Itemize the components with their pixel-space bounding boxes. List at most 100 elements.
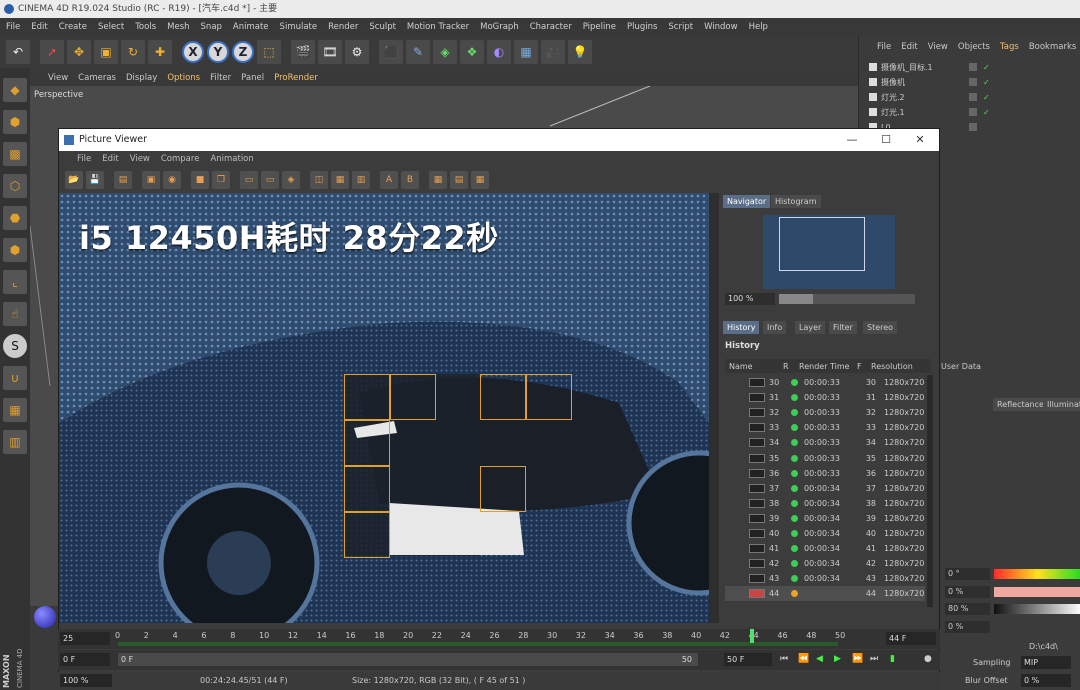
set-b-icon[interactable]: B [401, 171, 419, 189]
history-row[interactable]: 33 00:00:33 33 1280x720 [725, 420, 925, 435]
filter-icon[interactable]: ▦ [429, 171, 447, 189]
points-mode-icon[interactable]: ⬡ [3, 174, 27, 198]
menu-motion-tracker[interactable]: Motion Tracker [407, 22, 469, 32]
object-row[interactable]: 摄像机 ✓ [869, 75, 1069, 89]
saturation-gradient-bar[interactable] [994, 587, 1080, 597]
brightness-gradient-bar[interactable] [994, 604, 1080, 614]
menu-create[interactable]: Create [59, 22, 87, 32]
pv-menu-file[interactable]: File [77, 154, 91, 164]
blur-offset-field[interactable]: 0 % [1021, 674, 1071, 687]
snapshot-icon[interactable]: ▣ [142, 171, 160, 189]
zoom-field[interactable]: 100 % [725, 293, 775, 305]
history-row[interactable]: 36 00:00:33 36 1280x720 [725, 466, 925, 481]
menu-file[interactable]: File [6, 22, 20, 32]
viewport-menu-panel[interactable]: Panel [241, 73, 264, 83]
range-slider[interactable]: 0 F 50 [118, 653, 698, 666]
viewport-menu-options[interactable]: Options [167, 73, 200, 83]
col-name[interactable]: Name [725, 362, 783, 371]
light-icon[interactable]: 💡 [568, 40, 592, 64]
pv-menu-view[interactable]: View [130, 154, 150, 164]
close-button[interactable]: ✕ [903, 129, 937, 151]
history-row[interactable]: 35 00:00:33 35 1280x720 [725, 450, 925, 465]
floor-icon[interactable]: ▦ [514, 40, 538, 64]
history-row[interactable]: 30 00:00:33 30 1280x720 [725, 375, 925, 390]
goto-end-icon[interactable]: ⏭ [870, 654, 878, 664]
menu-plugins[interactable]: Plugins [627, 22, 657, 32]
render-region-icon[interactable]: ▤ [114, 171, 132, 189]
menu-window[interactable]: Window [704, 22, 738, 32]
material-preview-sphere[interactable] [34, 606, 56, 628]
grid-lock-icon[interactable]: ▥ [3, 430, 27, 454]
cube-icon[interactable]: ⬛ [379, 40, 403, 64]
object-row[interactable]: 摄像机_目标.1 ✓ [869, 60, 1069, 74]
object-row[interactable]: 灯光.1 ✓ [869, 105, 1069, 119]
y-axis-icon[interactable]: Y [207, 41, 229, 63]
col-resolution[interactable]: Resolution [871, 362, 913, 371]
history-row[interactable]: 42 00:00:34 42 1280x720 [725, 556, 925, 571]
channel-rgb-icon[interactable]: ◫ [310, 171, 328, 189]
objmgr-menu-view[interactable]: View [928, 42, 948, 56]
viewport-menu-view[interactable]: View [48, 73, 68, 83]
next-key-icon[interactable]: ⏩ [852, 654, 863, 664]
mix-value[interactable]: 0 % [945, 621, 990, 633]
texture-path[interactable]: D:\c4d\ [1029, 642, 1058, 651]
pen-icon[interactable]: ✎ [406, 40, 430, 64]
menu-snap[interactable]: Snap [201, 22, 222, 32]
col-render-time[interactable]: Render Time [799, 362, 857, 371]
coord-icon[interactable]: ⬚ [257, 40, 281, 64]
col-r[interactable]: R [783, 362, 799, 371]
objmgr-menu-bookmarks[interactable]: Bookmarks [1029, 42, 1077, 56]
menu-select[interactable]: Select [98, 22, 124, 32]
menu-mograph[interactable]: MoGraph [480, 22, 519, 32]
pv-menu-edit[interactable]: Edit [102, 154, 118, 164]
copy-icon[interactable]: ❐ [212, 171, 230, 189]
menu-script[interactable]: Script [668, 22, 693, 32]
pv-menu-animation[interactable]: Animation [210, 154, 253, 164]
layer-icon[interactable]: ▤ [450, 171, 468, 189]
start-frame-field[interactable]: 0 F [60, 653, 110, 666]
objmgr-menu-edit[interactable]: Edit [901, 42, 917, 56]
cloner-icon[interactable]: ❖ [460, 40, 484, 64]
channel-grid-icon[interactable]: ▥ [352, 171, 370, 189]
tab-history[interactable]: History [723, 321, 760, 334]
history-row[interactable]: 38 00:00:34 38 1280x720 [725, 496, 925, 511]
status-zoom-field[interactable]: 100 % [60, 674, 112, 687]
object-mode-icon[interactable]: ⬢ [3, 110, 27, 134]
render-settings-icon[interactable]: ⚙ [345, 40, 369, 64]
save-icon[interactable]: 💾 [86, 171, 104, 189]
edges-mode-icon[interactable]: ⬣ [3, 206, 27, 230]
menu-help[interactable]: Help [749, 22, 768, 32]
goto-start-icon[interactable]: ⏮ [780, 654, 788, 664]
end-frame-field[interactable]: 50 F [724, 653, 772, 666]
menu-simulate[interactable]: Simulate [280, 22, 318, 32]
col-f[interactable]: F [857, 362, 871, 371]
select-icon[interactable]: ➚ [40, 40, 64, 64]
subdivision-icon[interactable]: ◈ [433, 40, 457, 64]
minimize-button[interactable]: — [835, 129, 869, 151]
ab-compare-icon[interactable]: ▭ [240, 171, 258, 189]
loop-icon[interactable]: ▮ [890, 654, 895, 664]
ab-swap-icon[interactable]: ▭ [261, 171, 279, 189]
prev-key-icon[interactable]: ⏪ [798, 654, 809, 664]
pv-menu-compare[interactable]: Compare [161, 154, 200, 164]
deformer-icon[interactable]: ◐ [487, 40, 511, 64]
record-icon[interactable]: ● [924, 654, 932, 664]
history-row[interactable]: 40 00:00:34 40 1280x720 [725, 526, 925, 541]
maximize-button[interactable]: ☐ [869, 129, 903, 151]
snap-icon[interactable]: S [3, 334, 27, 358]
history-row[interactable]: 44 44 1280x720 [725, 586, 925, 602]
history-row[interactable]: 37 00:00:34 37 1280x720 [725, 481, 925, 496]
history-row[interactable]: 43 00:00:34 43 1280x720 [725, 571, 925, 586]
menu-sculpt[interactable]: Sculpt [369, 22, 396, 32]
render-picture-icon[interactable]: 🎞 [318, 40, 342, 64]
timeline-ruler[interactable]: 25 0 2 4 6 8 10 12 14 16 18 20 22 24 26 28 30 32 34 36 38 40… [58, 629, 940, 649]
attr-tab-illumination[interactable]: Illumination [1043, 398, 1080, 411]
history-row[interactable]: 32 00:00:33 32 1280x720 [725, 405, 925, 420]
viewport-menu-filter[interactable]: Filter [210, 73, 231, 83]
scale-icon[interactable]: ▣ [94, 40, 118, 64]
stereo-icon[interactable]: ▦ [471, 171, 489, 189]
render-view-icon[interactable]: 🎬 [291, 40, 315, 64]
open-icon[interactable]: 📂 [65, 171, 83, 189]
magnet-icon[interactable]: ∪ [3, 366, 27, 390]
hue-value[interactable]: 0 ° [945, 568, 990, 580]
